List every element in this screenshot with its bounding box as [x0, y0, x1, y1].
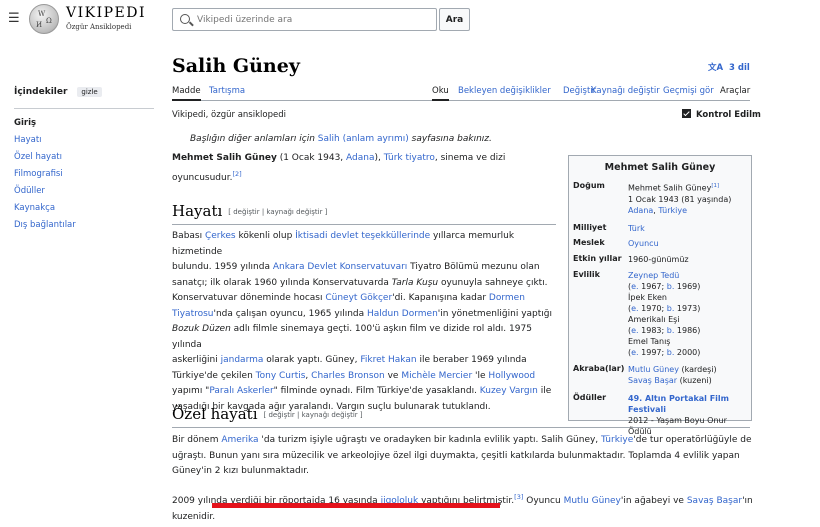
spouse-name: Emel Tanış: [628, 337, 671, 346]
spouse-years: 1969): [674, 282, 701, 291]
spouse-years[interactable]: e.: [631, 304, 638, 313]
infobox-value: Mehmet Salih Güney[1] 1 Ocak 1943 (81 yaş…: [628, 183, 732, 215]
toc-item-filmografisi[interactable]: Filmografisi: [14, 166, 154, 183]
infobox-title: Mehmet Salih Güney: [604, 162, 716, 173]
hatnote-pre: Başlığın diğer anlamları için: [190, 134, 318, 144]
ozel-hayati-paragraph-1: Bir dönem Amerika 'da turizm işiyle uğra…: [172, 435, 752, 476]
red-underline-annotation: [212, 503, 500, 508]
toc-hide-button[interactable]: gizle: [77, 87, 102, 97]
infobox: Mehmet Salih Güney Doğum Mehmet Salih Gü…: [568, 155, 753, 436]
spouse-years: 1997;: [638, 348, 667, 357]
toc-item-hayati[interactable]: Hayatı: [14, 132, 154, 149]
toc-item-kaynakca[interactable]: Kaynakça: [14, 200, 154, 217]
born-place-link[interactable]: Adana: [628, 206, 653, 215]
infobox-label: Doğum: [573, 181, 605, 190]
hayati-paragraph: Babası Çerkes kökenli olup İktisadi devl…: [172, 231, 553, 412]
born-country-link[interactable]: Türkiye: [658, 206, 687, 215]
infobox-label: Milliyet: [573, 223, 607, 232]
translate-icon: 文A: [708, 63, 724, 73]
spouse-name: İpek Eken: [628, 293, 667, 302]
language-button[interactable]: 文A 3 dil: [708, 61, 750, 73]
born-date: 1 Ocak 1943 (81 yaşında): [628, 194, 732, 204]
infobox-value: 1960-günümüz: [628, 255, 689, 264]
site-tagline: Özgür Ansiklopedi: [66, 23, 132, 31]
section-heading-hayati: Hayatı [ değiştir | kaynağı değiştir ]: [172, 202, 327, 220]
award-link[interactable]: 49. Altın Portakal Film Festivali: [628, 394, 729, 414]
kontrol-edildi: Kontrol Edilm: [682, 109, 761, 120]
spouse-link[interactable]: Zeynep Tedü: [628, 271, 679, 280]
infobox-label: Meslek: [573, 238, 605, 247]
search-box: [172, 8, 437, 31]
spouse-years: 2000): [674, 348, 701, 357]
spouse-years[interactable]: e.: [631, 282, 638, 291]
tab-tartisma[interactable]: Tartışma: [209, 86, 245, 96]
relative-link[interactable]: Savaş Başar: [628, 376, 677, 385]
spouse-years: 1970;: [638, 304, 667, 313]
infobox-label: Etkin yıllar: [573, 254, 622, 263]
relative-link[interactable]: Mutlu Güney: [628, 365, 679, 374]
ref-link[interactable]: [1]: [711, 183, 719, 189]
infobox-value[interactable]: Oyuncu: [628, 238, 753, 249]
infobox-value: Zeynep Tedü (e. 1967; b. 1969) İpek Eken(…: [628, 271, 701, 357]
table-of-contents: İçindekiler gizle Giriş Hayatı Özel haya…: [14, 84, 154, 234]
infobox-label: Evlilik: [573, 270, 600, 279]
born-name: Mehmet Salih Güney: [628, 183, 712, 193]
infobox-label: Akraba(lar): [573, 364, 625, 373]
toc-item-ozel-hayati[interactable]: Özel hayatı: [14, 149, 154, 166]
main-menu-icon[interactable]: ☰: [8, 11, 20, 26]
section-edit-links[interactable]: [ değiştir | kaynağı değiştir ]: [264, 411, 363, 419]
tab-oku[interactable]: Oku: [432, 86, 449, 101]
toc-divider: [14, 108, 154, 109]
spouse-years: 1967;: [638, 282, 667, 291]
language-count: 3 dil: [729, 63, 750, 73]
hatnote-link[interactable]: Salih (anlam ayrımı): [318, 134, 409, 144]
section-title: Hayatı: [172, 202, 223, 220]
lead-paragraph: Mehmet Salih Güney (1 Ocak 1943, Adana),…: [172, 153, 506, 183]
tab-madde[interactable]: Madde: [172, 86, 201, 101]
spouse-years: 1986): [674, 326, 701, 335]
site-wordmark[interactable]: VIKIPEDI: [66, 5, 146, 21]
spouse-years[interactable]: e.: [631, 326, 638, 335]
search-button[interactable]: Ara: [439, 8, 470, 31]
infobox-value[interactable]: Türk: [628, 223, 753, 234]
infobox-value: 49. Altın Portakal Film Festivali 2012 - …: [628, 393, 753, 437]
relative-note: (kuzeni): [677, 376, 712, 385]
section-edit-links[interactable]: [ değiştir | kaynağı değiştir ]: [228, 208, 327, 216]
page-tabs: Madde Tartışma Oku Bekleyen değişiklikle…: [172, 84, 750, 101]
section-rule: [172, 224, 556, 225]
infobox-label: Ödüller: [573, 393, 607, 402]
spouse-name: Amerikalı Eşi: [628, 315, 680, 324]
site-header: ☰ WΩИ VIKIPEDI Özgür Ansiklopedi Ara: [0, 0, 820, 40]
section-title: Özel hayatı: [172, 405, 258, 423]
spouse-years: 1983;: [638, 326, 667, 335]
search-icon: [180, 14, 190, 24]
infobox-value: Mutlu Güney (kardeşi) Savaş Başar (kuzeni…: [628, 364, 753, 386]
site-sub: Vikipedi, özgür ansiklopedi: [172, 110, 286, 120]
relative-note: (kardeşi): [678, 365, 717, 374]
toc-item-giris[interactable]: Giriş: [14, 115, 154, 132]
kontrol-label: Kontrol Edilm: [696, 110, 761, 120]
spouse-years: 1973): [674, 304, 701, 313]
toc-title: İçindekiler: [14, 87, 68, 97]
page-title: Salih Güney: [172, 55, 300, 77]
spouse-years[interactable]: e.: [631, 348, 638, 357]
toc-item-oduller[interactable]: Ödüller: [14, 183, 154, 200]
hatnote-post: sayfasına bakınız.: [408, 134, 492, 144]
wikipedia-logo-globe[interactable]: WΩИ: [29, 4, 59, 34]
tab-kaynagi-degistir[interactable]: Kaynağı değiştir: [591, 86, 660, 96]
hatnote: Başlığın diğer anlamları için Salih (anl…: [190, 134, 492, 144]
tab-araclar[interactable]: Araçlar: [720, 86, 750, 96]
search-input[interactable]: [197, 12, 432, 27]
tab-gecmisi-gor[interactable]: Geçmişi gör: [663, 86, 714, 96]
section-heading-ozel-hayati: Özel hayatı [ değiştir | kaynağı değiştir…: [172, 405, 363, 423]
checkbox-icon: [682, 109, 691, 118]
toc-item-dis-baglantilar[interactable]: Dış bağlantılar: [14, 217, 154, 234]
award-detail: 2012 - Yaşam Boyu Onur Ödülü: [628, 416, 727, 436]
tab-bekleyen-degisiklikler[interactable]: Bekleyen değişiklikler: [458, 86, 551, 96]
